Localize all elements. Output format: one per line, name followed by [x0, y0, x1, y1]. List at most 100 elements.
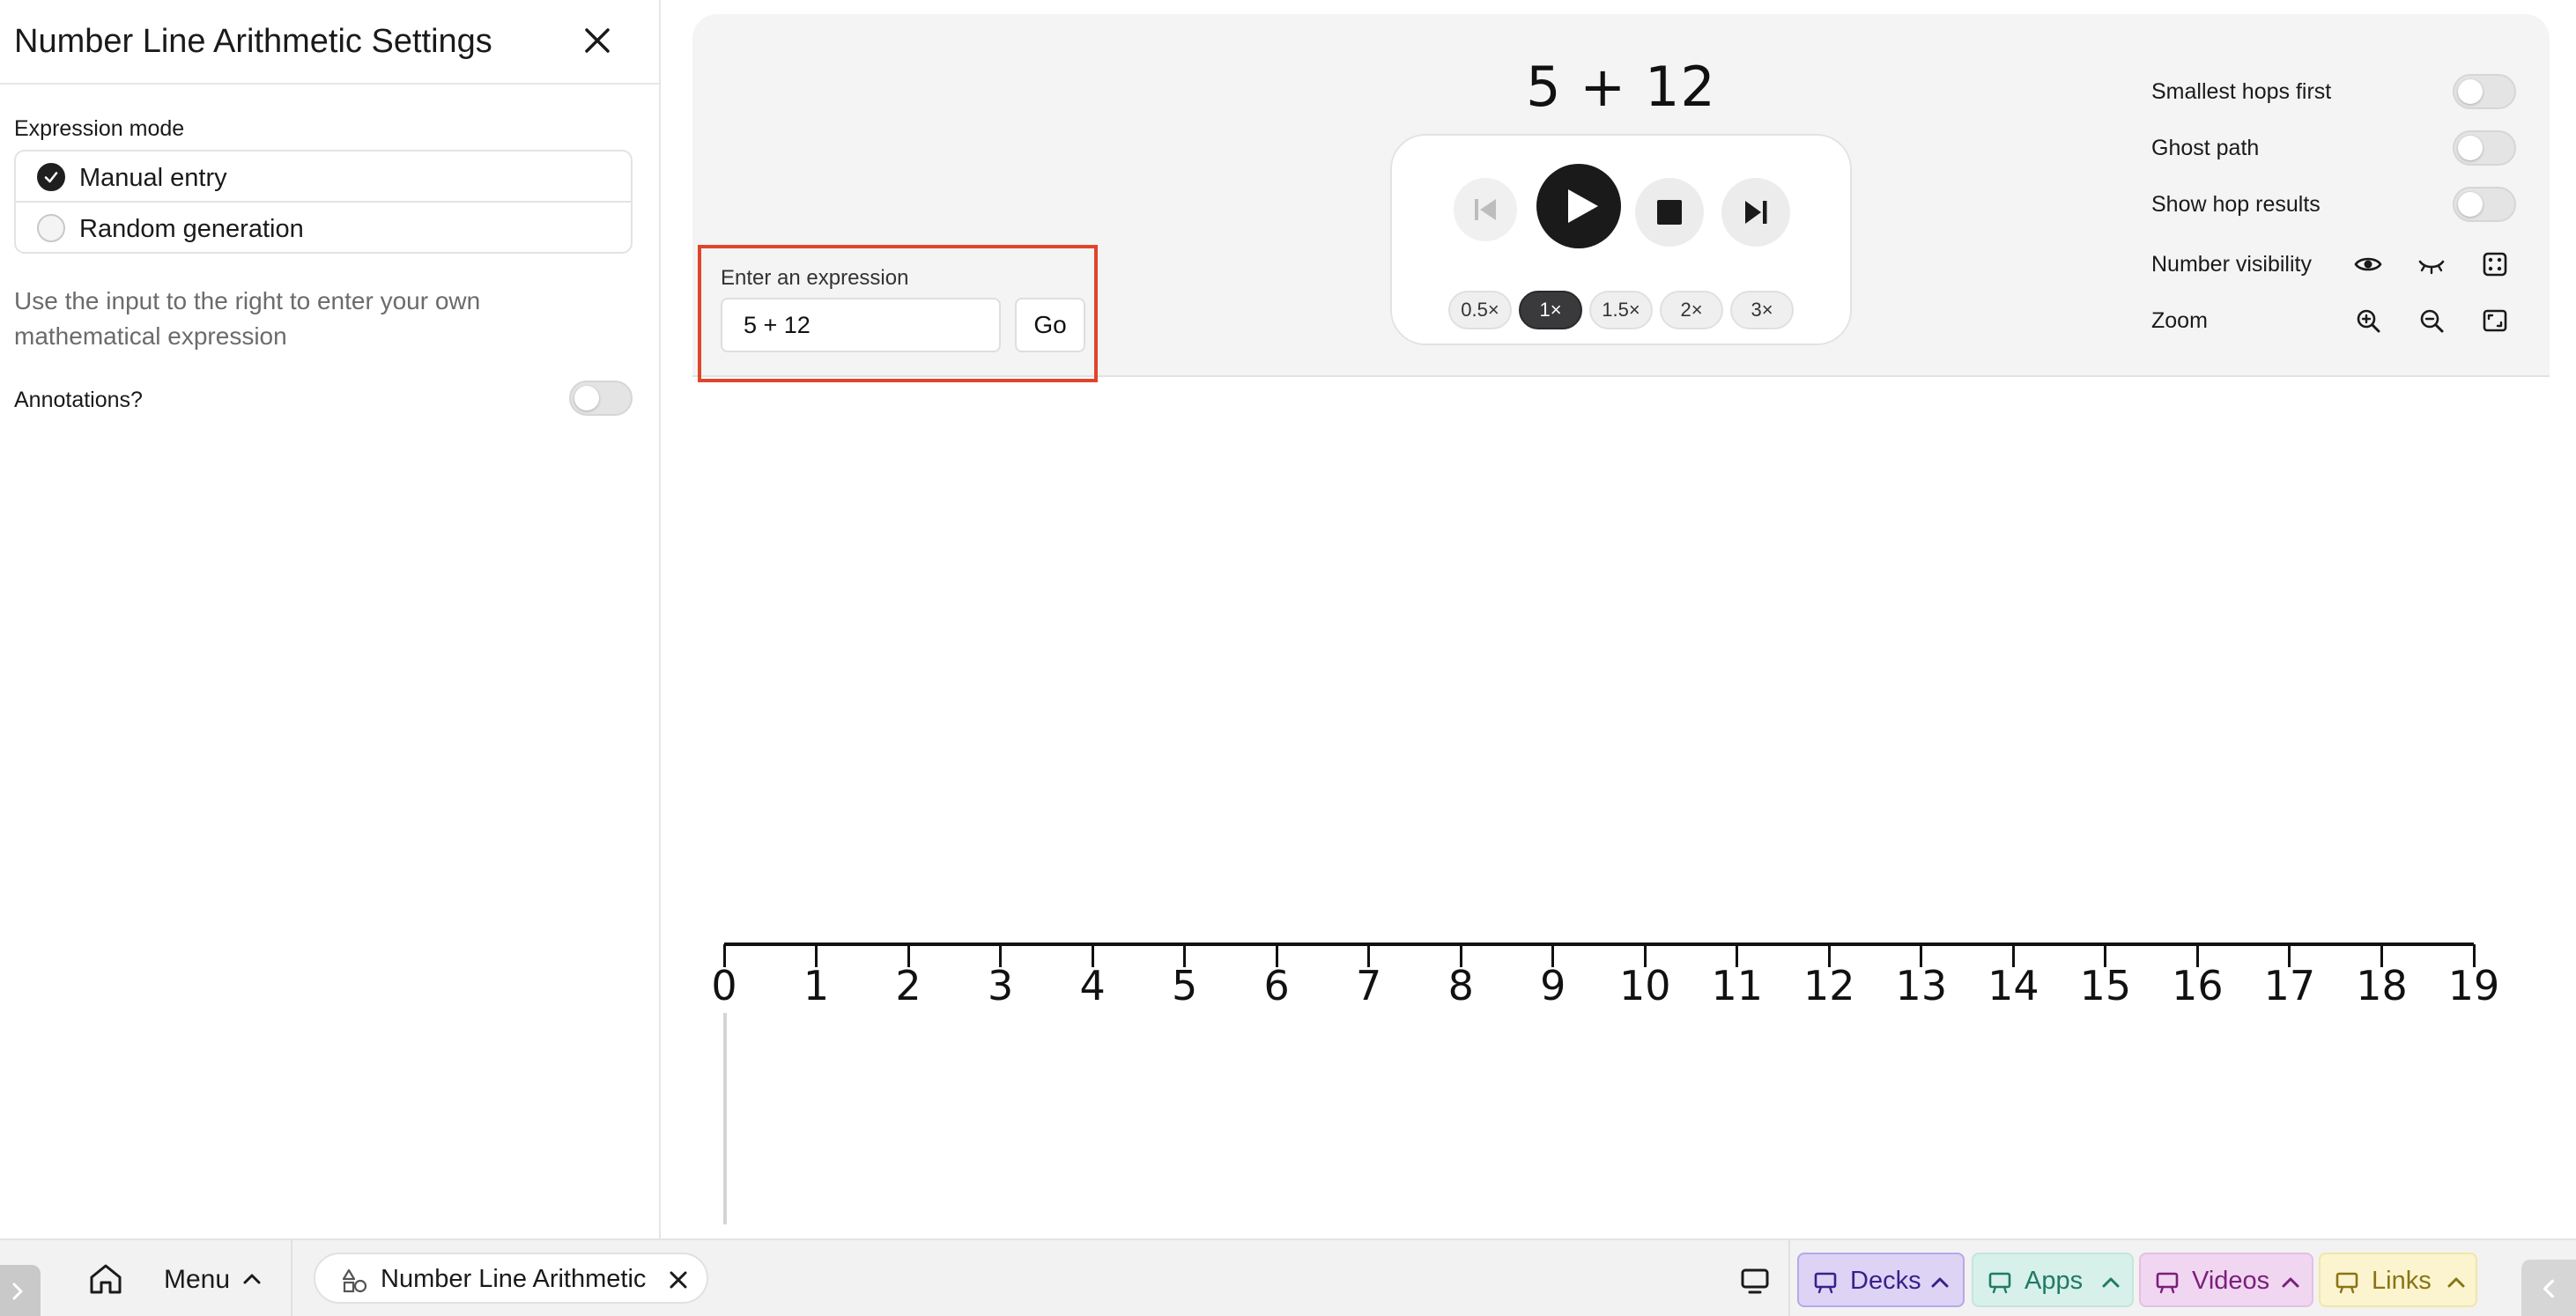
play-icon [1568, 189, 1598, 223]
radio-checked-icon [37, 163, 65, 191]
close-icon[interactable] [666, 1268, 691, 1292]
mode-option-random-generation[interactable]: Random generation [16, 203, 631, 252]
number-line-label: 0 [711, 962, 737, 1009]
chevron-left-icon [2543, 1279, 2554, 1298]
chevron-up-icon [2102, 1277, 2120, 1288]
show-numbers-button[interactable] [2349, 245, 2387, 284]
number-line-label: 13 [1895, 962, 1948, 1009]
zoom-out-button[interactable] [2412, 301, 2451, 340]
close-settings-button[interactable] [578, 21, 617, 60]
chevron-up-icon [2282, 1277, 2299, 1288]
zoom-in-icon [2357, 309, 2380, 333]
number-line-label: 16 [2172, 962, 2224, 1009]
videos-button[interactable]: Videos [2139, 1253, 2313, 1307]
eye-closed-icon [2418, 260, 2445, 275]
home-button[interactable] [86, 1260, 125, 1298]
speed-1x-button[interactable]: 1× [1519, 291, 1582, 329]
number-line-label: 3 [987, 962, 1014, 1009]
skip-forward-icon [1745, 201, 1767, 224]
expression-input-label: Enter an expression [721, 266, 909, 290]
presentation-icon [2335, 1272, 2358, 1294]
number-line-label: 9 [1540, 962, 1566, 1009]
number-line-label: 2 [895, 962, 922, 1009]
number-line-label: 11 [1711, 962, 1764, 1009]
home-icon [90, 1264, 122, 1294]
apps-button[interactable]: Apps [1972, 1253, 2134, 1307]
smallest-hops-first-toggle[interactable] [2453, 74, 2516, 109]
mode-option-label: Random generation [79, 215, 304, 243]
speed-3x-button[interactable]: 3× [1730, 291, 1794, 329]
chevron-up-icon [2447, 1277, 2465, 1288]
playback-controls: 0.5× 1× 1.5× 2× 3× [1390, 134, 1852, 345]
decks-button[interactable]: Decks [1797, 1253, 1965, 1307]
number-line-label: 5 [1171, 962, 1198, 1009]
mode-option-manual-entry[interactable]: Manual entry [16, 152, 631, 203]
speed-1-5x-button[interactable]: 1.5× [1589, 291, 1653, 329]
settings-header: Number Line Arithmetic Settings [0, 0, 661, 85]
zoom-in-button[interactable] [2349, 301, 2387, 340]
skip-forward-button[interactable] [1721, 178, 1790, 247]
help-text: Use the input to the right to enter your… [14, 287, 481, 350]
chevron-right-icon [12, 1283, 23, 1300]
presentation-icon [2156, 1272, 2179, 1294]
annotations-toggle[interactable] [569, 381, 633, 416]
ghost-path-label: Ghost path [2151, 136, 2260, 160]
dice-icon [2483, 252, 2507, 277]
skip-back-icon [1475, 199, 1496, 220]
bottom-taskbar: Menu Number Line Arithmetic Decks Apps V… [0, 1238, 2576, 1316]
zoom-out-icon [2420, 309, 2444, 333]
right-drawer-handle[interactable] [2521, 1260, 2576, 1316]
eye-icon [2354, 257, 2382, 271]
decks-label: Decks [1850, 1267, 1921, 1295]
expression-mode-label: Expression mode [14, 116, 185, 141]
chevron-up-icon[interactable] [241, 1268, 263, 1290]
random-numbers-button[interactable] [2476, 245, 2514, 284]
show-hop-results-label: Show hop results [2151, 192, 2321, 217]
app-root: Number Line Arithmetic Settings Expressi… [0, 0, 2576, 1316]
mode-option-label: Manual entry [79, 164, 227, 192]
play-button[interactable] [1536, 164, 1621, 248]
stop-button[interactable] [1635, 178, 1704, 247]
screen-display-icon[interactable] [1737, 1263, 1773, 1298]
number-line-label: 6 [1263, 962, 1290, 1009]
app-tab-label: Number Line Arithmetic [381, 1265, 647, 1293]
go-button[interactable]: Go [1015, 298, 1085, 352]
taskbar-divider [1788, 1240, 1790, 1316]
number-line-label: 7 [1356, 962, 1382, 1009]
start-marker-line [723, 1013, 727, 1224]
presentation-icon [1814, 1272, 1837, 1294]
number-line-axis [724, 943, 2474, 946]
shapes-icon [342, 1268, 367, 1293]
ghost-path-toggle[interactable] [2453, 130, 2516, 166]
left-drawer-handle[interactable] [0, 1265, 41, 1316]
fit-screen-icon [2483, 309, 2507, 332]
menu-button[interactable]: Menu [164, 1265, 230, 1295]
hide-numbers-button[interactable] [2412, 245, 2451, 284]
number-line-label: 12 [1803, 962, 1855, 1009]
speed-0-5x-button[interactable]: 0.5× [1448, 291, 1512, 329]
skip-back-button[interactable] [1454, 178, 1517, 241]
videos-label: Videos [2192, 1267, 2270, 1295]
number-line-label: 15 [2079, 962, 2132, 1009]
expression-input[interactable] [721, 298, 1001, 352]
close-icon [585, 28, 610, 53]
chevron-up-icon [1931, 1277, 1949, 1288]
links-label: Links [2372, 1267, 2432, 1295]
zoom-fit-button[interactable] [2476, 301, 2514, 340]
settings-title: Number Line Arithmetic Settings [14, 23, 492, 60]
active-app-tab[interactable]: Number Line Arithmetic [314, 1253, 708, 1304]
zoom-label: Zoom [2151, 308, 2208, 333]
presentation-icon [1988, 1272, 2011, 1294]
number-line-label: 10 [1618, 962, 1671, 1009]
number-line-label: 17 [2263, 962, 2316, 1009]
number-line-label: 19 [2447, 962, 2500, 1009]
taskbar-divider [291, 1240, 292, 1316]
links-button[interactable]: Links [2319, 1253, 2477, 1307]
number-line-label: 18 [2356, 962, 2408, 1009]
number-line-label: 14 [1988, 962, 2039, 1009]
radio-unchecked-icon [37, 214, 65, 242]
number-visibility-label: Number visibility [2151, 252, 2312, 277]
annotations-label: Annotations? [14, 388, 143, 412]
speed-2x-button[interactable]: 2× [1660, 291, 1723, 329]
show-hop-results-toggle[interactable] [2453, 187, 2516, 222]
